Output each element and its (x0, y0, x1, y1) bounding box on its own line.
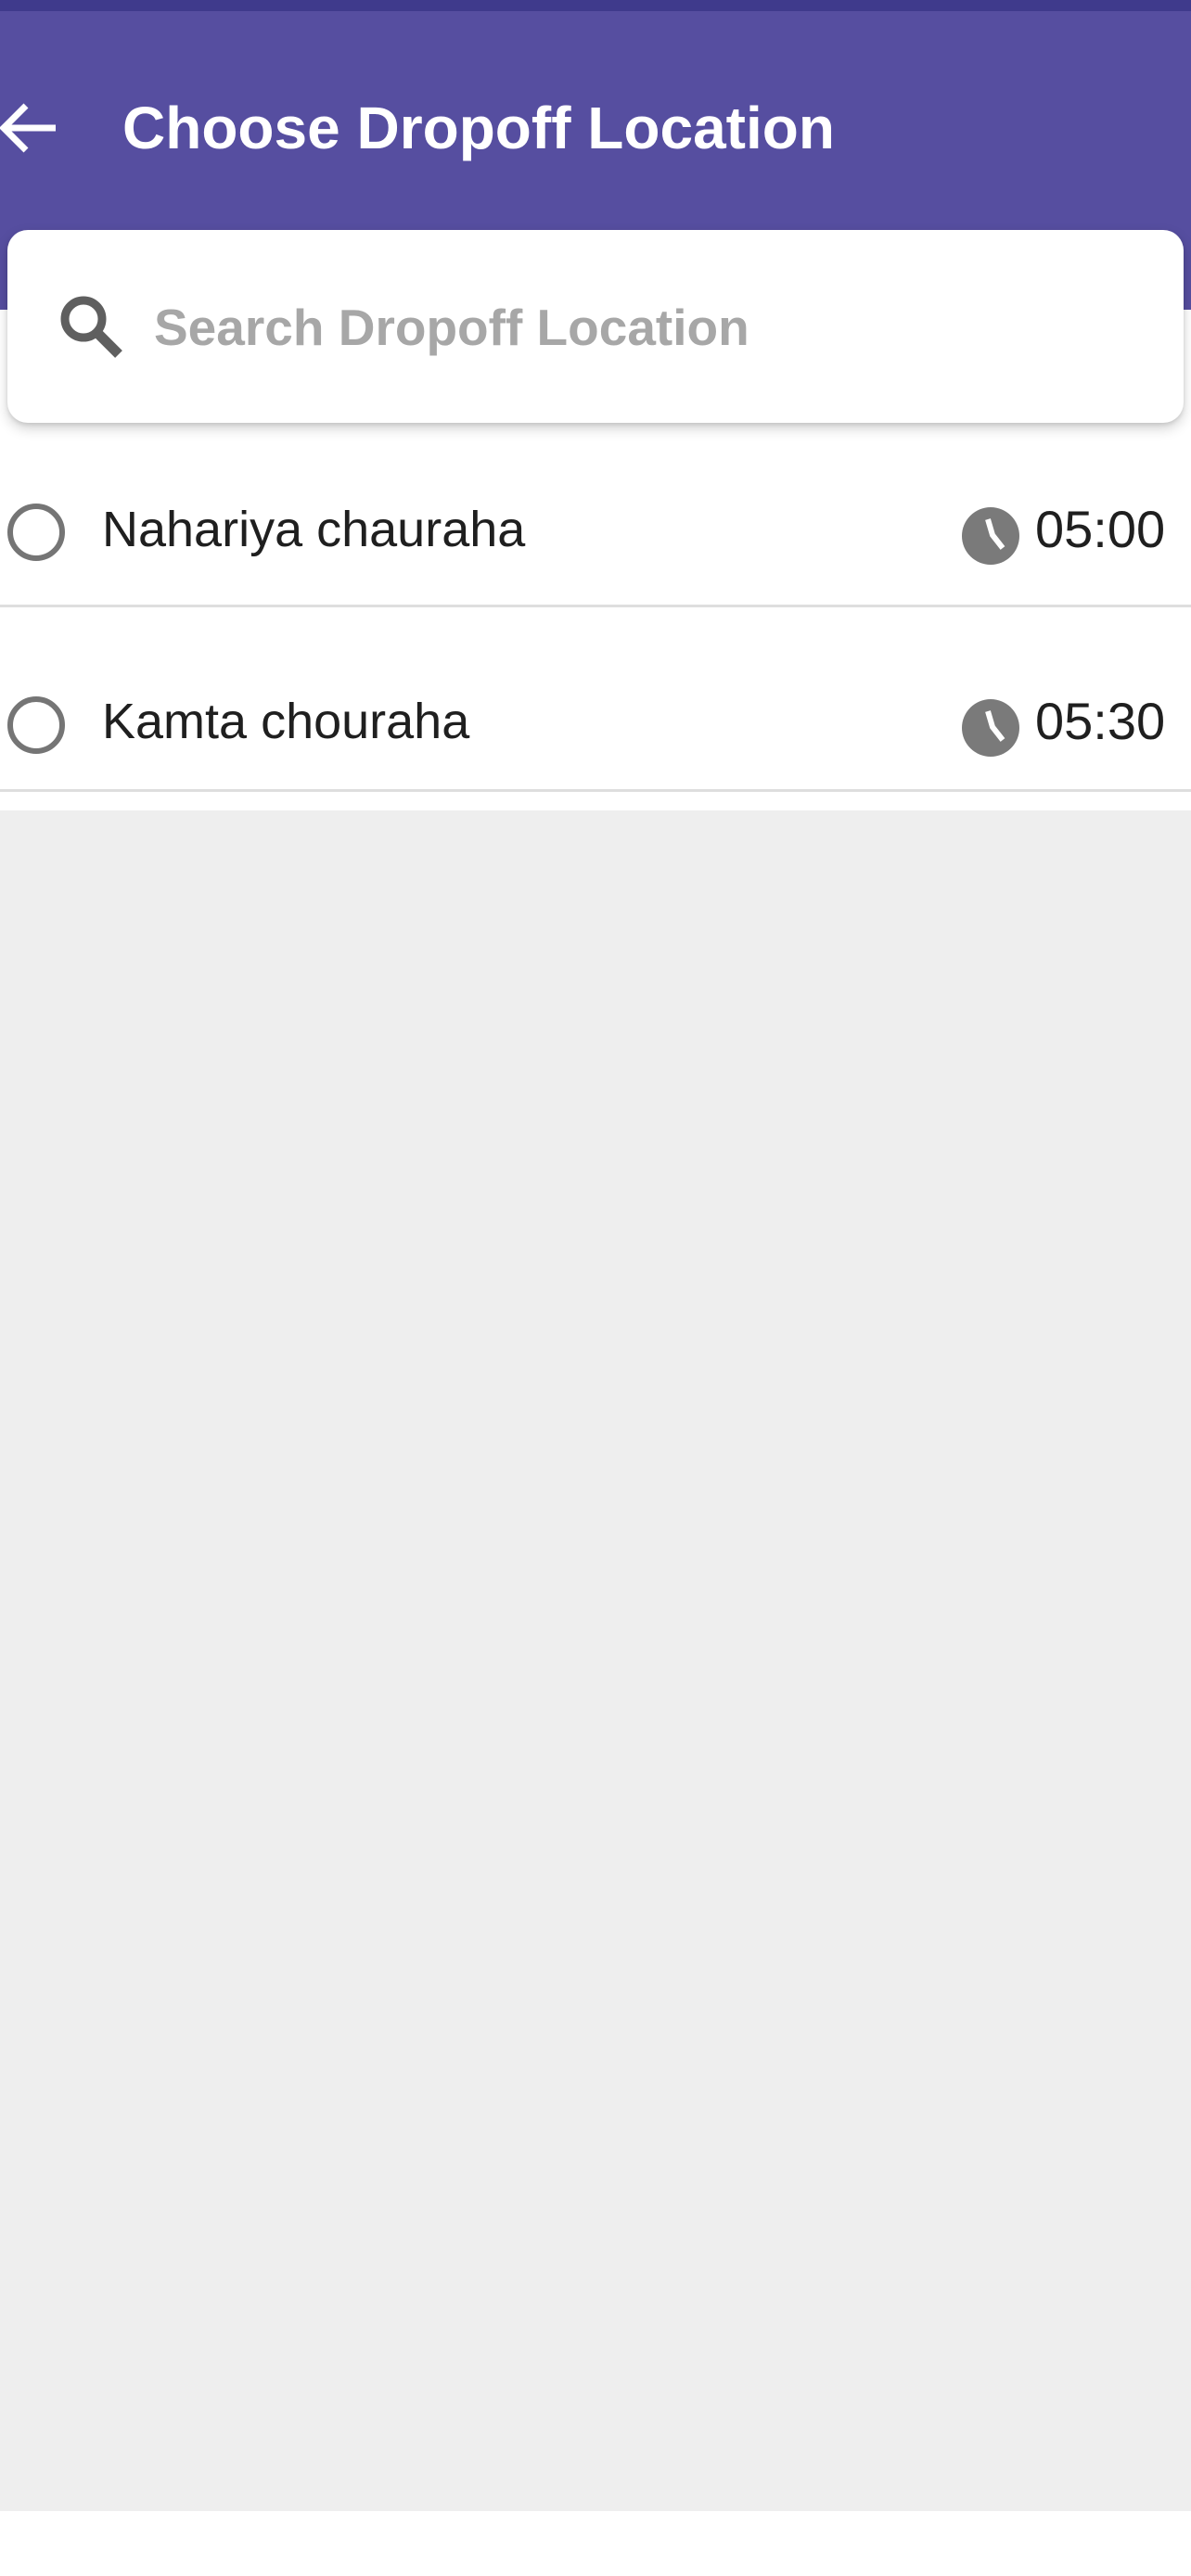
location-name: Nahariya chauraha (102, 502, 526, 557)
clock-icon (962, 699, 1019, 757)
list-item[interactable]: Nahariya chauraha 05:00 (0, 423, 1191, 607)
empty-list-area (0, 810, 1191, 2511)
clock-icon (962, 507, 1019, 565)
arrow-left-icon (0, 103, 56, 153)
location-list: Nahariya chauraha 05:00 Kamta chouraha 0… (0, 423, 1191, 792)
screen: Choose Dropoff Location Nahariya chaurah… (0, 0, 1191, 2576)
list-item[interactable]: Kamta chouraha 05:30 (0, 607, 1191, 792)
dropoff-time: 05:30 (1035, 692, 1166, 750)
search-bar (7, 230, 1184, 423)
page-title: Choose Dropoff Location (122, 95, 835, 161)
search-input[interactable] (154, 286, 1137, 369)
status-strip (0, 0, 1191, 11)
dropoff-time: 05:00 (1035, 500, 1166, 558)
back-button[interactable] (0, 91, 74, 165)
radio-button[interactable] (7, 504, 65, 561)
location-name: Kamta chouraha (102, 694, 470, 749)
search-icon (60, 296, 122, 358)
radio-button[interactable] (7, 696, 65, 754)
